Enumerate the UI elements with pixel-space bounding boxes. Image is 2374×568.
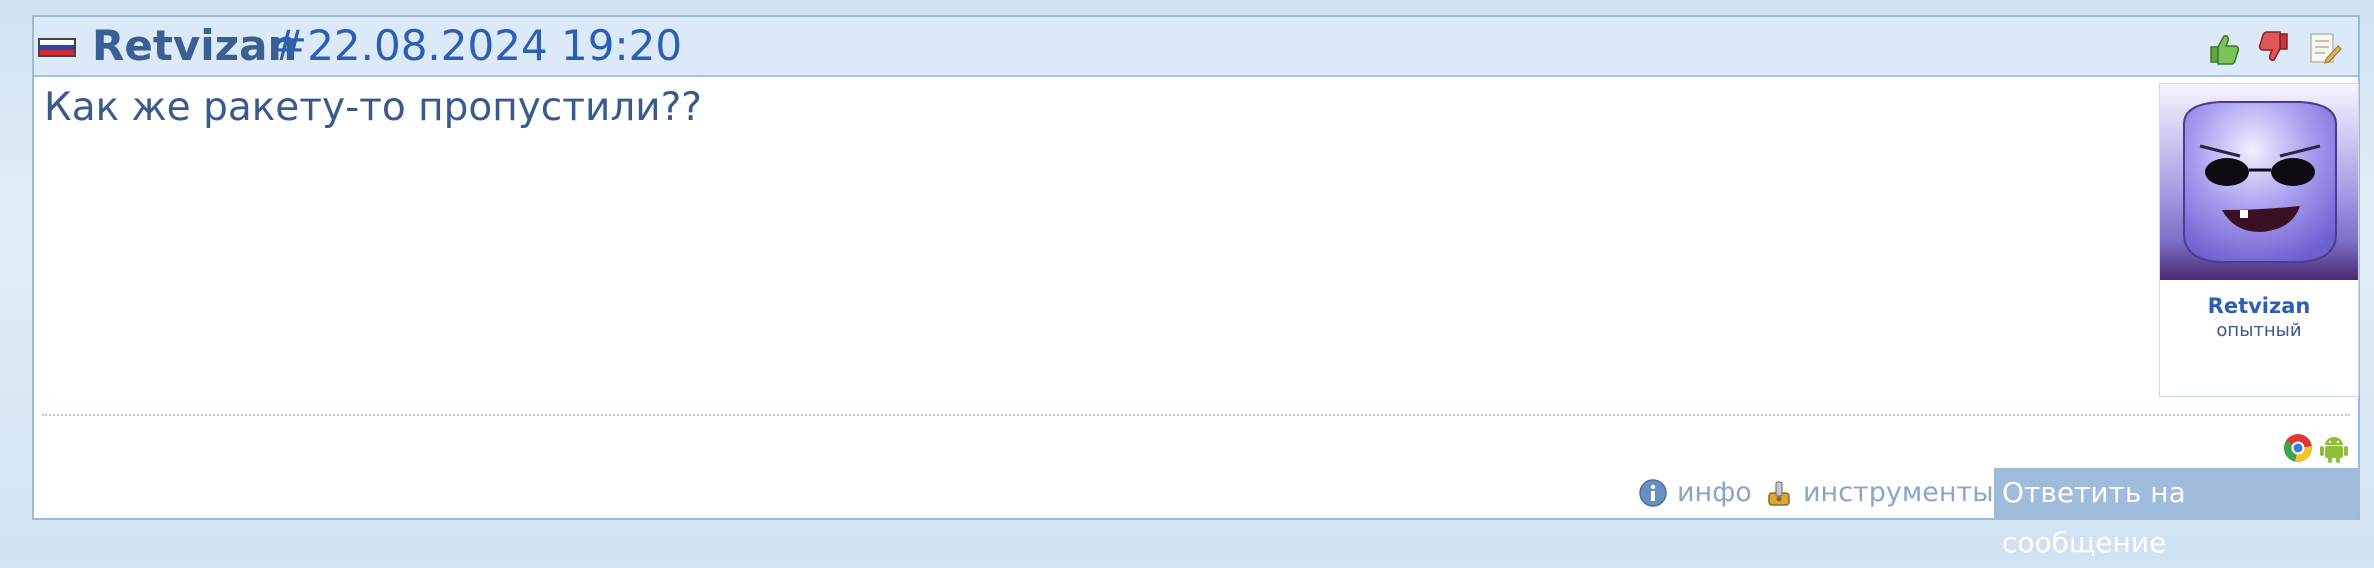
- post-actions: [2206, 31, 2342, 65]
- author-profile-card: Retvizan опытный: [2159, 83, 2359, 397]
- user-avatar[interactable]: [2160, 84, 2358, 280]
- profile-rank: опытный: [2216, 320, 2302, 341]
- profile-username[interactable]: Retvizan: [2160, 294, 2358, 318]
- forum-post: Retvizan #22.08.2024 19:20 Как же ракету…: [32, 15, 2360, 559]
- post-author[interactable]: Retvizan: [92, 21, 297, 71]
- chrome-icon: [2282, 432, 2314, 464]
- russia-flag-icon: [38, 38, 76, 57]
- tools-link[interactable]: инструменты: [1764, 477, 1994, 508]
- edit-note-icon[interactable]: [2306, 31, 2342, 65]
- post-permalink-date[interactable]: #22.08.2024 19:20: [272, 21, 682, 71]
- tools-label: инструменты: [1803, 477, 1994, 508]
- client-icons: [2282, 432, 2350, 464]
- thumbs-up-icon[interactable]: [2206, 31, 2242, 65]
- tools-icon: [1764, 478, 1794, 508]
- info-link[interactable]: инфо: [1638, 477, 1752, 508]
- post-message: Как же ракету-то пропустили??: [44, 85, 702, 130]
- post-header: Retvizan #22.08.2024 19:20: [34, 17, 2358, 77]
- thumbs-down-icon[interactable]: [2256, 31, 2292, 65]
- post-divider: [42, 414, 2350, 416]
- info-label: инфо: [1677, 477, 1752, 508]
- reply-button[interactable]: Ответить на сообщение: [1994, 468, 2358, 559]
- info-icon: [1638, 478, 1668, 508]
- android-icon: [2318, 432, 2350, 464]
